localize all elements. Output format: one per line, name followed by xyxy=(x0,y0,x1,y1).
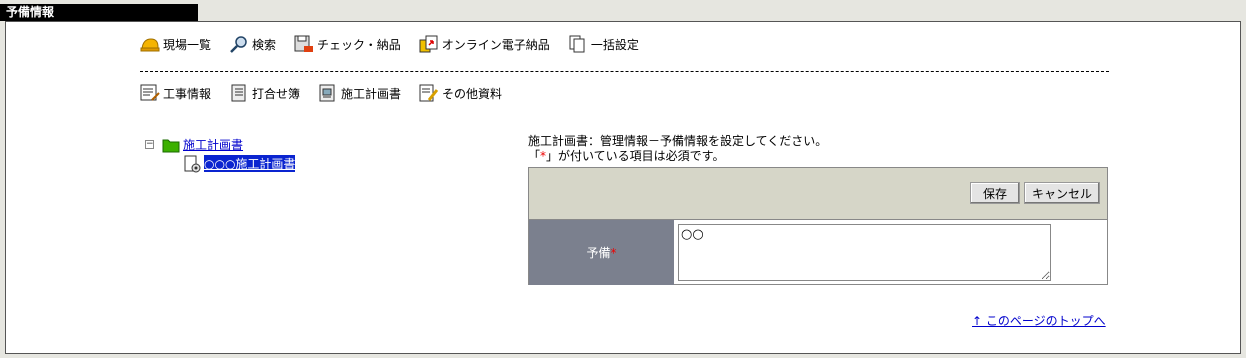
required-note: 「*」が付いている項目は必須です。 xyxy=(528,149,725,163)
instruction-message: 施工計画書：管理情報－予備情報を設定してください。 「*」が付いている項目は必須… xyxy=(528,134,827,164)
form-button-bar: 保存 キャンセル xyxy=(529,168,1107,220)
documents-icon xyxy=(569,35,585,53)
reserve-field-cell: ○○ xyxy=(674,220,1107,285)
toolbar-divider xyxy=(140,71,1109,72)
toolbar-item-bulk-settings[interactable]: 一括設定 xyxy=(568,35,639,53)
toolbar-item-construction-plan[interactable]: 施工計画書 xyxy=(318,84,401,102)
cancel-button[interactable]: キャンセル xyxy=(1024,182,1100,204)
toolbar-item-search[interactable]: 検索 xyxy=(229,35,276,53)
section-tab-title: 予備情報 xyxy=(0,4,198,21)
folder-icon xyxy=(162,139,180,152)
toolbar-primary: 現場一覧 検索 チェック・納品 オンライン電子納品 一括設定 xyxy=(140,35,657,53)
instruction-line: 施工計画書：管理情報－予備情報を設定してください。 xyxy=(528,134,828,148)
reserve-field-label: 予備 * xyxy=(529,220,674,285)
toolbar-item-check-delivery[interactable]: チェック・納品 xyxy=(294,35,401,53)
toolbar-item-construction-info[interactable]: 工事情報 xyxy=(140,84,211,102)
toolbar-secondary: 工事情報 打合せ簿 施工計画書 その他資料 xyxy=(140,84,520,102)
helmet-icon xyxy=(140,38,160,52)
document-pencil-icon xyxy=(419,84,439,102)
toolbar-item-label: オンライン電子納品 xyxy=(441,37,550,52)
toolbar-item-label: 工事情報 xyxy=(163,86,212,101)
magnifier-icon xyxy=(230,36,247,53)
tree-root: − 施工計画書 xyxy=(145,135,295,154)
toolbar-item-label: 一括設定 xyxy=(590,37,639,52)
floppy-check-icon xyxy=(294,35,314,52)
plan-book-icon xyxy=(319,84,335,102)
collapse-icon[interactable]: − xyxy=(145,140,154,149)
toolbar-item-other-materials[interactable]: その他資料 xyxy=(419,84,502,102)
tree-child-link[interactable]: ○○○施工計画書 xyxy=(204,155,296,172)
toolbar-item-meeting-records[interactable]: 打合せ簿 xyxy=(229,84,300,102)
reserve-textarea[interactable]: ○○ xyxy=(678,224,1051,281)
save-button[interactable]: 保存 xyxy=(970,182,1020,204)
toolbar-item-label: 検索 xyxy=(252,37,277,52)
document-gear-icon xyxy=(184,155,201,172)
toolbar-item-label: 現場一覧 xyxy=(163,37,212,52)
online-delivery-icon xyxy=(419,35,438,53)
toolbar-item-label: チェック・納品 xyxy=(317,37,401,52)
tree-root-link[interactable]: 施工計画書 xyxy=(183,136,243,153)
toolbar-item-online-delivery[interactable]: オンライン電子納品 xyxy=(419,35,550,53)
toolbar-item-label: 打合せ簿 xyxy=(252,86,301,101)
tree-child: ○○○施工計画書 xyxy=(184,154,296,173)
toolbar-item-label: その他資料 xyxy=(442,86,503,101)
form-row-reserve: 予備 * ○○ xyxy=(529,220,1107,285)
toolbar-item-label: 施工計画書 xyxy=(341,86,402,101)
required-mark: * xyxy=(610,245,617,260)
document-tree: − 施工計画書 ○○○施工計画書 xyxy=(145,135,296,173)
settings-form: 保存 キャンセル 予備 * ○○ xyxy=(528,167,1108,285)
back-to-top-link[interactable]: ↑ このページのトップへ xyxy=(972,312,1106,329)
notebook-icon xyxy=(231,84,246,102)
construction-info-icon xyxy=(140,84,160,101)
toolbar-item-site-list[interactable]: 現場一覧 xyxy=(140,35,211,53)
main-panel: 現場一覧 検索 チェック・納品 オンライン電子納品 一括設定 工事情報 打合せ簿… xyxy=(5,21,1241,354)
